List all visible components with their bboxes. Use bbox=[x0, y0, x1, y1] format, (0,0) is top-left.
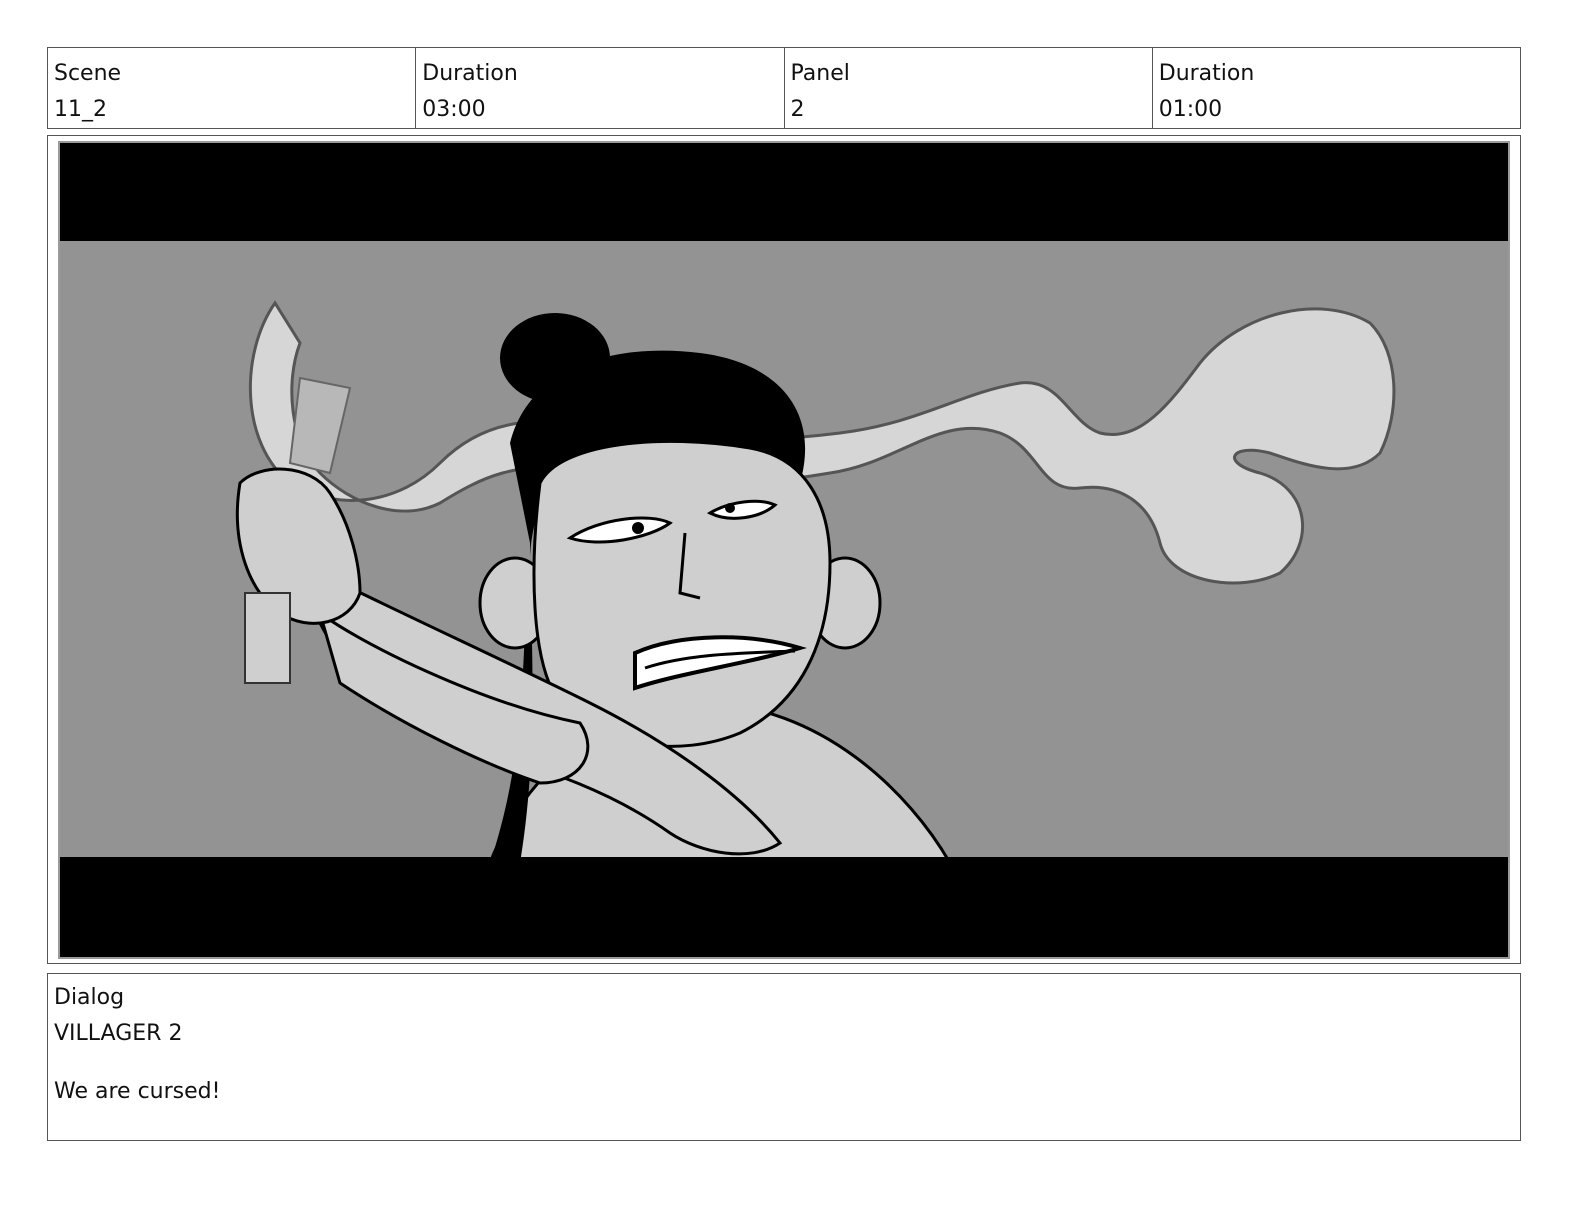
panel-value: 2 bbox=[790, 97, 805, 122]
storyboard-sketch-icon bbox=[60, 143, 1508, 957]
letterbox-bottom bbox=[60, 857, 1508, 957]
panel-duration-cell: Duration 01:00 bbox=[1153, 48, 1520, 128]
letterbox-top bbox=[60, 143, 1508, 241]
storyboard-panel-frame bbox=[47, 135, 1521, 964]
scene-cell: Scene 11_2 bbox=[48, 48, 417, 128]
panel-label: Panel bbox=[790, 61, 850, 86]
dialog-line: We are cursed! bbox=[54, 1079, 221, 1104]
left-pupil bbox=[632, 522, 644, 534]
dialog-label: Dialog bbox=[54, 985, 125, 1010]
right-pupil bbox=[725, 503, 735, 513]
panel-duration-value: 01:00 bbox=[1158, 97, 1223, 122]
scene-duration-cell: Duration 03:00 bbox=[416, 48, 785, 128]
scene-value: 11_2 bbox=[54, 97, 107, 122]
hair-bun bbox=[500, 313, 610, 403]
storyboard-sketch-image bbox=[58, 141, 1510, 959]
panel-duration-label: Duration bbox=[1158, 61, 1255, 86]
scene-duration-value: 03:00 bbox=[422, 97, 486, 122]
torch-handle bbox=[244, 592, 291, 684]
scene-duration-label: Duration bbox=[422, 61, 518, 86]
panel-cell: Panel 2 bbox=[785, 48, 1153, 128]
dialog-box: Dialog VILLAGER 2 We are cursed! bbox=[47, 973, 1521, 1141]
scene-label: Scene bbox=[54, 61, 122, 86]
dialog-speaker: VILLAGER 2 bbox=[54, 1021, 183, 1046]
panel-info-header: Scene 11_2 Duration 03:00 Panel 2 Durati… bbox=[47, 47, 1521, 129]
